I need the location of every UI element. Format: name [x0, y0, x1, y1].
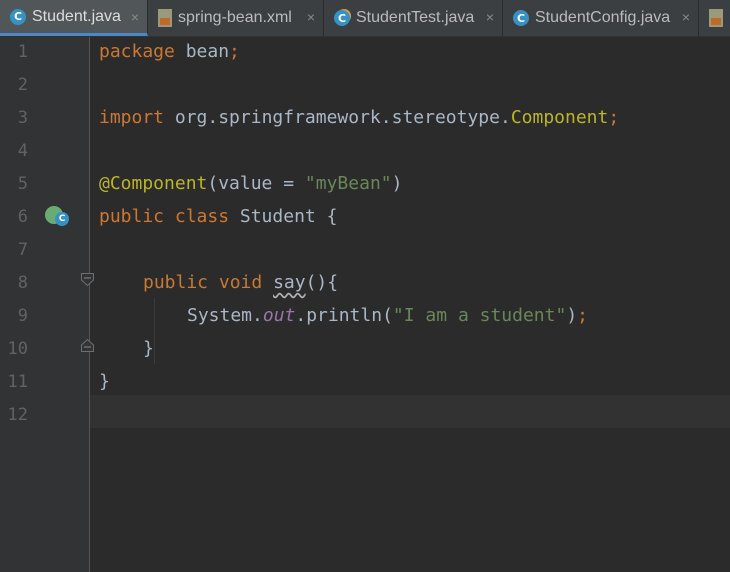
tab-label: StudentConfig.java — [535, 9, 671, 26]
class-name: System. — [187, 305, 263, 326]
line-number: 4 — [17, 141, 28, 161]
close-tab-icon[interactable]: × — [682, 10, 690, 24]
code-text: ) — [566, 305, 578, 326]
code-line-1: package bean; — [99, 35, 240, 68]
semicolon: ; — [229, 41, 240, 62]
line-number: 1 — [17, 42, 28, 62]
code-line-9: System.out.println("I am a student"); — [187, 299, 588, 332]
editor-tab-bar: C Student.java × spring-bean.xml × C Stu… — [0, 0, 730, 37]
code-text: .println( — [295, 305, 393, 326]
class-badge-icon: C — [55, 212, 69, 226]
java-class-icon: C — [10, 8, 26, 25]
tab-studentconfig-java[interactable]: C StudentConfig.java × — [503, 0, 699, 36]
tab-label: spring-bean.xml — [178, 9, 292, 26]
close-tab-icon[interactable]: × — [131, 10, 139, 24]
method-name: say — [273, 272, 306, 293]
tab-studenttest-java[interactable]: C StudentTest.java × — [324, 0, 503, 36]
code-editor[interactable]: package bean; import org.springframework… — [90, 37, 730, 572]
xml-file-icon — [709, 9, 723, 27]
code-text: Student { — [229, 206, 338, 227]
static-field: out — [262, 305, 296, 326]
code-text: } — [143, 338, 154, 359]
line-number: 7 — [17, 240, 28, 260]
java-test-class-icon: C — [334, 10, 350, 26]
imported-class: Component — [510, 107, 609, 128]
line-number: 2 — [17, 75, 28, 95]
line-number: 3 — [17, 108, 28, 128]
tab-student-java[interactable]: C Student.java × — [0, 0, 148, 36]
string-literal: "I am a student" — [392, 305, 567, 326]
code-text: ) — [391, 173, 403, 194]
indent-guide — [154, 298, 155, 364]
line-number: 10 — [7, 339, 28, 359]
code-line-3: import org.springframework.stereotype.Co… — [99, 101, 619, 134]
code-line-5: @Component(value = "myBean") — [99, 167, 402, 200]
xml-file-icon — [158, 9, 172, 27]
code-line-6: public class Student { — [99, 200, 337, 233]
code-text: } — [99, 371, 110, 392]
java-class-icon: C — [513, 10, 529, 26]
tab-label: Student.java — [32, 7, 121, 25]
line-number: 5 — [17, 174, 28, 194]
code-text: bean — [174, 41, 230, 62]
code-text: (value = — [207, 173, 305, 194]
tab-label: StudentTest.java — [356, 9, 475, 26]
keyword: import — [99, 107, 165, 128]
line-number: 11 — [7, 372, 28, 392]
code-text: (){ — [305, 272, 339, 293]
tab-spring-bean-xml[interactable]: spring-bean.xml × — [148, 0, 324, 36]
code-line-8: public void say(){ — [143, 266, 338, 299]
semicolon: ; — [577, 305, 588, 326]
annotation: @Component — [99, 173, 208, 194]
string-literal: "myBean" — [304, 173, 392, 194]
line-number: 12 — [7, 405, 28, 425]
code-line-10: } — [143, 332, 154, 365]
line-number-gutter: 1 2 3 4 5 6 7 8 9 10 11 12 — [0, 37, 90, 572]
close-tab-icon[interactable]: × — [486, 10, 494, 24]
tab-overflow[interactable] — [699, 0, 730, 36]
code-line-11: } — [99, 365, 110, 398]
package-path: org.springframework.stereotype. — [164, 107, 511, 128]
keyword: package — [99, 41, 175, 62]
close-tab-icon[interactable]: × — [307, 10, 315, 24]
keyword: public void — [143, 272, 263, 293]
line-number: 9 — [17, 306, 28, 326]
semicolon: ; — [608, 107, 620, 128]
keyword: public class — [99, 206, 230, 227]
line-number: 6 — [17, 207, 28, 227]
line-number: 8 — [17, 273, 28, 293]
